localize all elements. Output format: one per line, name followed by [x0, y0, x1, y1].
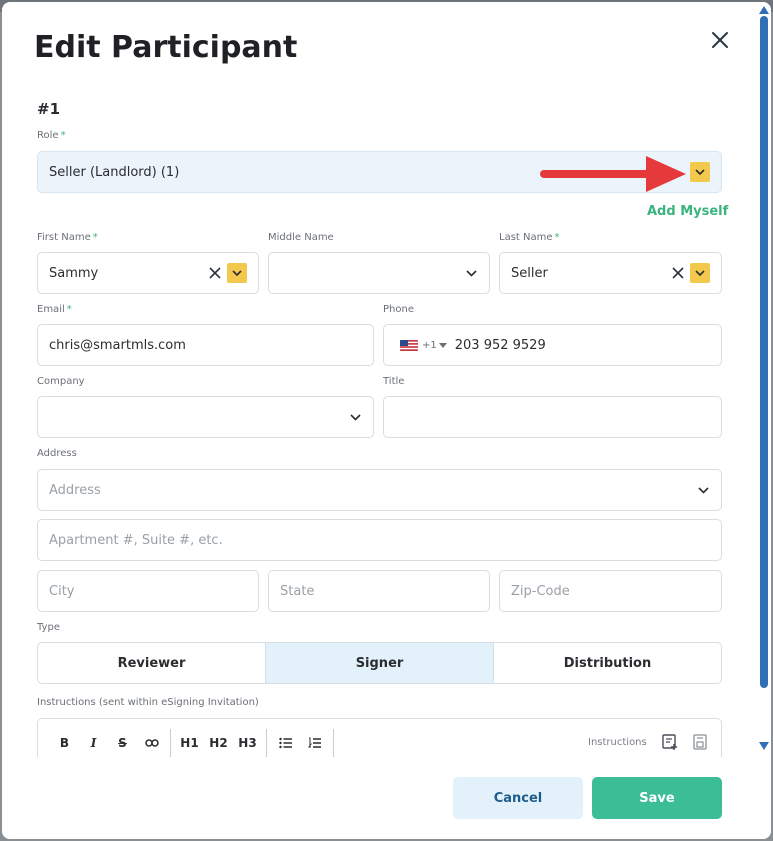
address-label: Address: [37, 448, 77, 459]
email-label: Email *: [37, 304, 72, 315]
toolbar-divider: [266, 729, 267, 757]
numbered-list-icon[interactable]: [300, 729, 329, 757]
state-placeholder: State: [280, 583, 315, 599]
first-name-label: First Name *: [37, 232, 98, 243]
apartment-field[interactable]: Apartment #, Suite #, etc.: [37, 519, 722, 561]
save-button[interactable]: Save: [592, 777, 722, 819]
link-icon[interactable]: [137, 729, 166, 757]
strikethrough-button[interactable]: S: [108, 729, 137, 757]
last-name-value: Seller: [511, 265, 548, 281]
type-option-reviewer[interactable]: Reviewer: [38, 643, 266, 683]
chevron-down-icon[interactable]: [690, 162, 710, 182]
instructions-template-label: Instructions: [588, 737, 647, 748]
first-name-field[interactable]: Sammy: [37, 252, 259, 294]
middle-name-label: Middle Name: [268, 232, 334, 243]
address-placeholder: Address: [49, 482, 101, 498]
add-template-icon[interactable]: [661, 733, 679, 751]
state-field[interactable]: State: [268, 570, 490, 612]
heading-1-button[interactable]: H1: [175, 729, 204, 757]
type-option-distribution[interactable]: Distribution: [493, 643, 721, 683]
editor-toolbar: B I S H1 H2 H3: [50, 729, 338, 757]
chevron-down-icon[interactable]: [227, 263, 247, 283]
red-arrow-annotation: [540, 156, 686, 192]
country-code-select[interactable]: +1: [400, 339, 447, 351]
scrollbar[interactable]: [757, 2, 771, 839]
participant-number: #1: [37, 100, 61, 118]
bullet-list-icon[interactable]: [271, 729, 300, 757]
close-icon[interactable]: [708, 28, 732, 52]
apartment-placeholder: Apartment #, Suite #, etc.: [49, 532, 223, 548]
role-label: Role *: [37, 130, 66, 141]
middle-name-field[interactable]: [268, 252, 490, 294]
chevron-down-icon[interactable]: [464, 266, 478, 280]
toolbar-divider: [333, 729, 334, 757]
chevron-down-icon[interactable]: [696, 483, 710, 497]
phone-label: Phone: [383, 304, 414, 315]
add-myself-link[interactable]: Add Myself: [647, 204, 728, 219]
phone-value: 203 952 9529: [454, 337, 546, 353]
type-option-signer[interactable]: Signer: [266, 643, 493, 683]
city-field[interactable]: City: [37, 570, 259, 612]
first-name-value: Sammy: [49, 265, 99, 281]
title-label: Title: [383, 376, 405, 387]
scroll-up-icon[interactable]: [759, 6, 769, 14]
type-selector: Reviewer Signer Distribution: [37, 642, 722, 684]
company-field[interactable]: [37, 396, 374, 438]
instructions-label: Instructions (sent within eSigning Invit…: [37, 697, 259, 708]
scrollbar-thumb[interactable]: [760, 16, 768, 688]
title-field[interactable]: [383, 396, 722, 438]
heading-3-button[interactable]: H3: [233, 729, 262, 757]
chevron-down-icon[interactable]: [348, 410, 362, 424]
heading-2-button[interactable]: H2: [204, 729, 233, 757]
clear-icon[interactable]: [671, 266, 685, 280]
caret-down-icon: [438, 342, 447, 348]
dialog-title: Edit Participant: [34, 30, 298, 65]
last-name-label: Last Name *: [499, 232, 560, 243]
phone-field[interactable]: +1 203 952 9529: [383, 324, 722, 366]
saved-templates-icon[interactable]: [691, 733, 709, 751]
email-value: chris@smartmls.com: [49, 337, 186, 353]
edit-participant-dialog: Edit Participant #1 Role * Seller (Landlo…: [2, 2, 771, 839]
email-field[interactable]: chris@smartmls.com: [37, 324, 374, 366]
company-label: Company: [37, 376, 85, 387]
cancel-button[interactable]: Cancel: [453, 777, 583, 819]
scroll-down-icon[interactable]: [759, 742, 769, 750]
clear-icon[interactable]: [208, 266, 222, 280]
italic-button[interactable]: I: [79, 729, 108, 757]
us-flag-icon: [400, 339, 418, 351]
zip-code-field[interactable]: Zip-Code: [499, 570, 722, 612]
address-field[interactable]: Address: [37, 469, 722, 511]
type-label: Type: [37, 622, 60, 633]
toolbar-divider: [170, 729, 171, 757]
dialog-footer: Cancel Save: [2, 757, 757, 839]
city-placeholder: City: [49, 583, 75, 599]
bold-button[interactable]: B: [50, 729, 79, 757]
zip-code-placeholder: Zip-Code: [511, 583, 570, 599]
country-code-value: +1: [422, 339, 437, 351]
chevron-down-icon[interactable]: [690, 263, 710, 283]
last-name-field[interactable]: Seller: [499, 252, 722, 294]
